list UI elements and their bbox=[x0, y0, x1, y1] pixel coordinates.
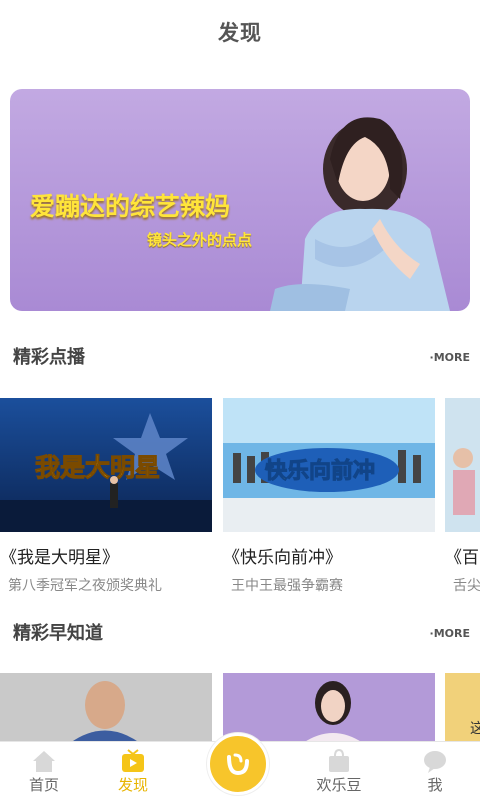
more-link-early[interactable]: ·MORE bbox=[430, 627, 470, 640]
banner-headline: 爱蹦达的综艺辣妈 bbox=[30, 192, 231, 221]
show-stage-image: 快乐向前冲 bbox=[223, 398, 435, 532]
tv-icon bbox=[122, 749, 144, 772]
home-icon bbox=[33, 751, 55, 772]
tab-label: 发现 bbox=[117, 776, 148, 794]
chat-bubble-icon bbox=[424, 751, 446, 773]
vod-card[interactable]: 《百 舌尖 bbox=[445, 398, 480, 595]
vod-card-title: 《我是大明星》 bbox=[0, 548, 119, 568]
center-app-button[interactable] bbox=[207, 733, 269, 795]
vod-card-thumbnail: 快乐向前冲 bbox=[223, 398, 435, 532]
vod-card-thumbnail bbox=[445, 398, 480, 532]
tab-label: 首页 bbox=[28, 776, 59, 794]
vod-card-desc: 第八季冠军之夜颁奖典礼 bbox=[8, 578, 162, 594]
early-card[interactable] bbox=[223, 673, 435, 743]
vod-card-title: 《百 bbox=[445, 548, 479, 568]
app-logo-icon bbox=[227, 753, 249, 776]
vod-card-desc: 王中王最强争霸赛 bbox=[231, 578, 343, 594]
tab-beans[interactable]: 欢乐豆 bbox=[299, 742, 379, 800]
page-title: 发现 bbox=[218, 21, 262, 45]
bottom-tab-bar: 首页 发现 欢乐豆 我 bbox=[0, 733, 480, 800]
tab-label: 我 bbox=[427, 776, 443, 794]
vod-card-desc: 舌尖 bbox=[453, 578, 480, 594]
early-card-thumbnail bbox=[0, 673, 212, 743]
tab-label: 欢乐豆 bbox=[316, 776, 362, 794]
svg-text:我是大明星: 我是大明星 bbox=[35, 453, 160, 482]
bag-icon bbox=[329, 748, 349, 772]
section-title-vod: 精彩点播 bbox=[13, 347, 85, 368]
vod-card-list: 我是大明星 《我是大明星》 第八季冠军之夜颁奖典礼 快乐向前冲 《快乐向前冲》 … bbox=[0, 398, 480, 598]
vod-card-thumbnail: 我是大明星 bbox=[0, 398, 212, 532]
vod-card-title: 《快乐向前冲》 bbox=[223, 548, 342, 568]
tab-home[interactable]: 首页 bbox=[4, 742, 84, 800]
svg-text:快乐向前冲: 快乐向前冲 bbox=[265, 458, 375, 484]
vod-card[interactable]: 快乐向前冲 《快乐向前冲》 王中王最强争霸赛 bbox=[223, 398, 435, 595]
section-header-early: 精彩早知道 ·MORE bbox=[0, 619, 480, 649]
early-card-partial-text: 这 bbox=[470, 721, 480, 737]
star-stage-image: 我是大明星 bbox=[0, 398, 212, 532]
early-card[interactable] bbox=[0, 673, 212, 743]
top-bar: 发现 bbox=[0, 0, 480, 64]
more-link-vod[interactable]: ·MORE bbox=[430, 351, 470, 364]
section-title-early: 精彩早知道 bbox=[13, 623, 103, 644]
tab-me[interactable]: 我 bbox=[395, 742, 475, 800]
vod-card[interactable]: 我是大明星 《我是大明星》 第八季冠军之夜颁奖典礼 bbox=[0, 398, 212, 595]
banner-person-image bbox=[270, 117, 450, 311]
early-card[interactable]: 这 bbox=[445, 673, 480, 743]
show-thumbnail-image bbox=[445, 398, 480, 532]
section-header-vod: 精彩点播 ·MORE bbox=[0, 343, 480, 373]
tab-discover[interactable]: 发现 bbox=[93, 742, 173, 800]
early-card-thumbnail bbox=[223, 673, 435, 743]
banner-subtitle: 镜头之外的点点 bbox=[147, 231, 253, 249]
hero-banner[interactable]: 爱蹦达的综艺辣妈 镜头之外的点点 bbox=[10, 89, 470, 311]
